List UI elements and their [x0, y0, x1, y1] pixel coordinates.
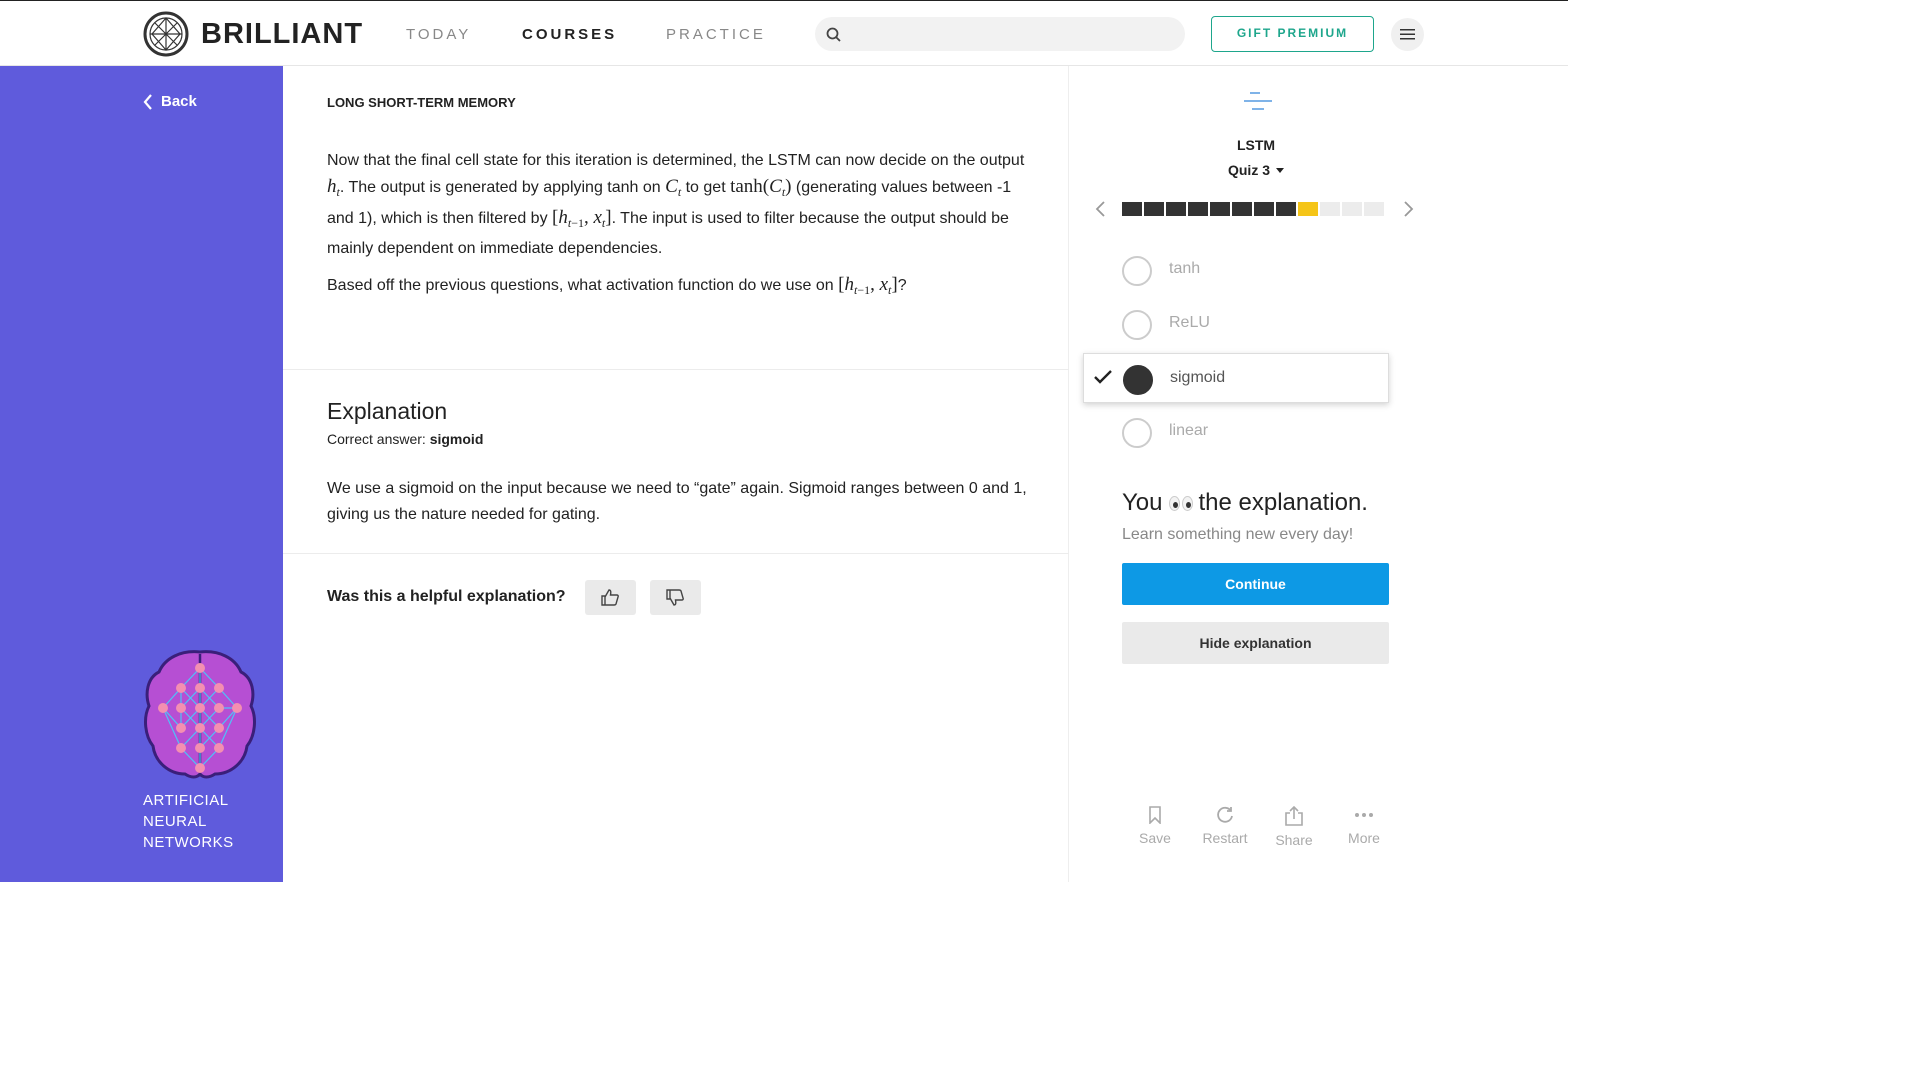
search-icon	[826, 27, 841, 42]
eyes-emoji-icon	[1168, 495, 1193, 511]
thumbs-up-button[interactable]	[585, 580, 636, 615]
thumbs-down-icon	[666, 589, 684, 606]
chevron-left-icon	[143, 93, 152, 110]
nav-today[interactable]: TODAY	[406, 26, 471, 43]
progress-segment[interactable]	[1166, 202, 1186, 216]
math-ht: ht	[327, 176, 340, 199]
brand-logo[interactable]: BRILLIANT	[143, 11, 363, 57]
answer-option-label: linear	[1169, 422, 1209, 439]
back-link[interactable]: Back	[143, 93, 197, 110]
gift-premium-button[interactable]: GIFT PREMIUM	[1211, 16, 1374, 52]
explanation-heading: Explanation	[327, 398, 448, 424]
answer-option-sigmoid[interactable]: sigmoid	[1083, 353, 1389, 403]
answer-option-tanh[interactable]: tanh	[1083, 245, 1389, 295]
hide-explanation-button[interactable]: Hide explanation	[1122, 622, 1389, 664]
restart-button[interactable]: Restart	[1195, 806, 1255, 846]
lesson-paragraph: Now that the final cell state for this i…	[327, 148, 1032, 262]
feedback-suffix: the explanation.	[1198, 489, 1368, 516]
radio-button[interactable]	[1122, 310, 1152, 340]
share-label: Share	[1275, 832, 1313, 848]
lesson-content: LONG SHORT-TERM MEMORY Now that the fina…	[283, 66, 1069, 882]
question-text: Based off the previous questions, what a…	[327, 277, 839, 294]
brain-network-icon	[144, 650, 256, 779]
brand-name: BRILLIANT	[201, 17, 364, 50]
course-title: ARTIFICIAL NEURAL NETWORKS	[143, 792, 234, 851]
progress-segment[interactable]	[1232, 202, 1252, 216]
progress-segment[interactable]	[1210, 202, 1230, 216]
progress-segment[interactable]	[1298, 202, 1318, 216]
more-dots-icon	[1355, 813, 1373, 817]
quiz-thumbnail-icon	[1244, 92, 1272, 110]
quiz-selector[interactable]: Quiz 3	[1070, 162, 1442, 178]
helpful-question: Was this a helpful explanation?	[327, 588, 566, 605]
share-button[interactable]: Share	[1264, 806, 1324, 848]
bookmark-icon	[1149, 806, 1161, 824]
question-text: ?	[897, 277, 907, 294]
course-name: LSTM	[1236, 137, 1276, 153]
answer-option-linear[interactable]: linear	[1083, 407, 1389, 457]
caret-down-icon	[1276, 168, 1284, 173]
progress-segment[interactable]	[1144, 202, 1164, 216]
chevron-left-icon[interactable]	[1094, 201, 1106, 217]
hamburger-icon	[1400, 29, 1415, 40]
quiz-progress-bar	[1122, 202, 1384, 216]
more-label: More	[1348, 830, 1380, 846]
feedback-heading: You the explanation.	[1122, 489, 1368, 517]
radio-button[interactable]	[1122, 418, 1152, 448]
correct-answer-value: sigmoid	[429, 431, 484, 447]
quiz-label: Quiz 3	[1227, 162, 1270, 178]
paragraph-text: Now that the final cell state for this i…	[327, 152, 1025, 169]
more-button[interactable]: More	[1334, 806, 1394, 846]
answer-option-label: tanh	[1169, 260, 1201, 277]
restart-label: Restart	[1202, 830, 1248, 846]
chevron-right-icon[interactable]	[1403, 201, 1415, 217]
answer-option-relu[interactable]: ReLU	[1083, 299, 1389, 349]
math-ct: Ct	[665, 176, 682, 199]
explanation-text: We use a sigmoid on the input because we…	[327, 480, 1027, 523]
question-paragraph: Based off the previous questions, what a…	[327, 272, 1032, 303]
feedback-subtext: Learn something new every day!	[1122, 526, 1354, 543]
checkmark-icon	[1094, 370, 1112, 384]
math-ht1-xt: [ht−1, xt]	[838, 274, 898, 297]
nav-practice[interactable]: PRACTICE	[666, 26, 766, 43]
thumbs-up-icon	[601, 589, 619, 606]
progress-segment[interactable]	[1320, 202, 1340, 216]
answer-option-label: ReLU	[1169, 314, 1210, 331]
math-tanh-ct: tanh(Ct)	[730, 176, 792, 199]
correct-answer-prefix: Correct answer:	[327, 431, 430, 447]
restart-icon	[1217, 806, 1233, 823]
math-ht1-xt: [ht−1, xt]	[552, 207, 612, 230]
divider	[283, 553, 1069, 554]
back-label: Back	[161, 93, 197, 110]
course-sidebar: Back ARTIFICIAL NEURAL NETWORKS	[0, 66, 283, 882]
correct-answer-line: Correct answer: sigmoid	[327, 431, 483, 447]
answer-option-label: sigmoid	[1170, 369, 1226, 386]
progress-segment[interactable]	[1364, 202, 1384, 216]
progress-segment[interactable]	[1342, 202, 1362, 216]
feedback-prefix: You	[1122, 489, 1163, 516]
progress-segment[interactable]	[1188, 202, 1208, 216]
paragraph-text: . The output is generated by applying ta…	[339, 179, 666, 196]
radio-button-selected[interactable]	[1123, 365, 1153, 395]
radio-button[interactable]	[1122, 256, 1152, 286]
paragraph-text: to get	[681, 179, 731, 196]
top-bar: BRILLIANT TODAY COURSES PRACTICE GIFT PR…	[0, 0, 1568, 66]
thumbs-down-button[interactable]	[650, 580, 701, 615]
divider	[283, 369, 1069, 370]
chapter-title: LONG SHORT-TERM MEMORY	[327, 95, 516, 110]
save-label: Save	[1139, 830, 1171, 846]
progress-segment[interactable]	[1254, 202, 1274, 216]
brilliant-logo-icon	[143, 11, 189, 57]
quiz-panel: LSTM Quiz 3 tanh ReLU sigmoid linear You…	[1070, 66, 1568, 882]
continue-button[interactable]: Continue	[1122, 563, 1389, 605]
progress-segment[interactable]	[1276, 202, 1296, 216]
menu-button[interactable]	[1391, 18, 1424, 51]
save-button[interactable]: Save	[1125, 806, 1185, 846]
share-icon	[1285, 806, 1303, 826]
search-input[interactable]	[815, 17, 1185, 51]
progress-segment[interactable]	[1122, 202, 1142, 216]
nav-courses[interactable]: COURSES	[522, 26, 617, 43]
